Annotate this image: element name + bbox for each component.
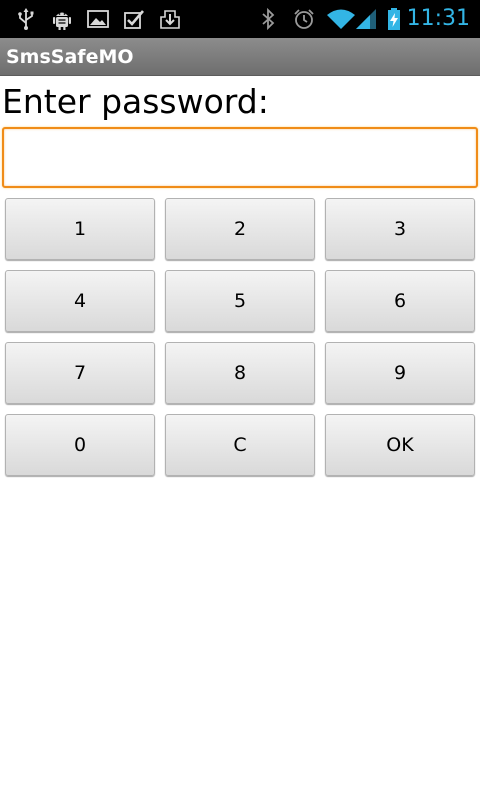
key-2-button[interactable]: 2 [165,198,315,260]
checkbox-icon [124,10,144,29]
usb-icon [18,8,34,30]
app-title: SmsSafeMO [6,46,134,68]
clock-time: 11:31 [406,6,470,31]
image-icon [87,10,109,28]
android-debug-icon [53,12,71,30]
clear-button[interactable]: C [165,414,315,476]
key-5-button[interactable]: 5 [165,270,315,332]
key-9-button[interactable]: 9 [325,342,475,404]
wifi-icon [327,9,355,29]
password-prompt-label: Enter password: [2,82,269,121]
download-icon [160,10,180,29]
key-6-button[interactable]: 6 [325,270,475,332]
battery-charging-icon [388,8,400,30]
bluetooth-icon [262,7,275,31]
ok-button[interactable]: OK [325,414,475,476]
title-bar: SmsSafeMO [0,38,480,76]
signal-icon [356,9,376,29]
key-8-button[interactable]: 8 [165,342,315,404]
key-7-button[interactable]: 7 [5,342,155,404]
alarm-icon [294,9,314,29]
key-0-button[interactable]: 0 [5,414,155,476]
key-1-button[interactable]: 1 [5,198,155,260]
key-4-button[interactable]: 4 [5,270,155,332]
status-bar: 11:31 [0,0,480,38]
keypad: 1 2 3 4 5 6 7 8 9 0 C OK [5,198,475,476]
password-input[interactable] [2,127,478,188]
key-3-button[interactable]: 3 [325,198,475,260]
app-screen: 11:31 SmsSafeMO Enter password: 1 2 3 4 … [0,0,480,800]
